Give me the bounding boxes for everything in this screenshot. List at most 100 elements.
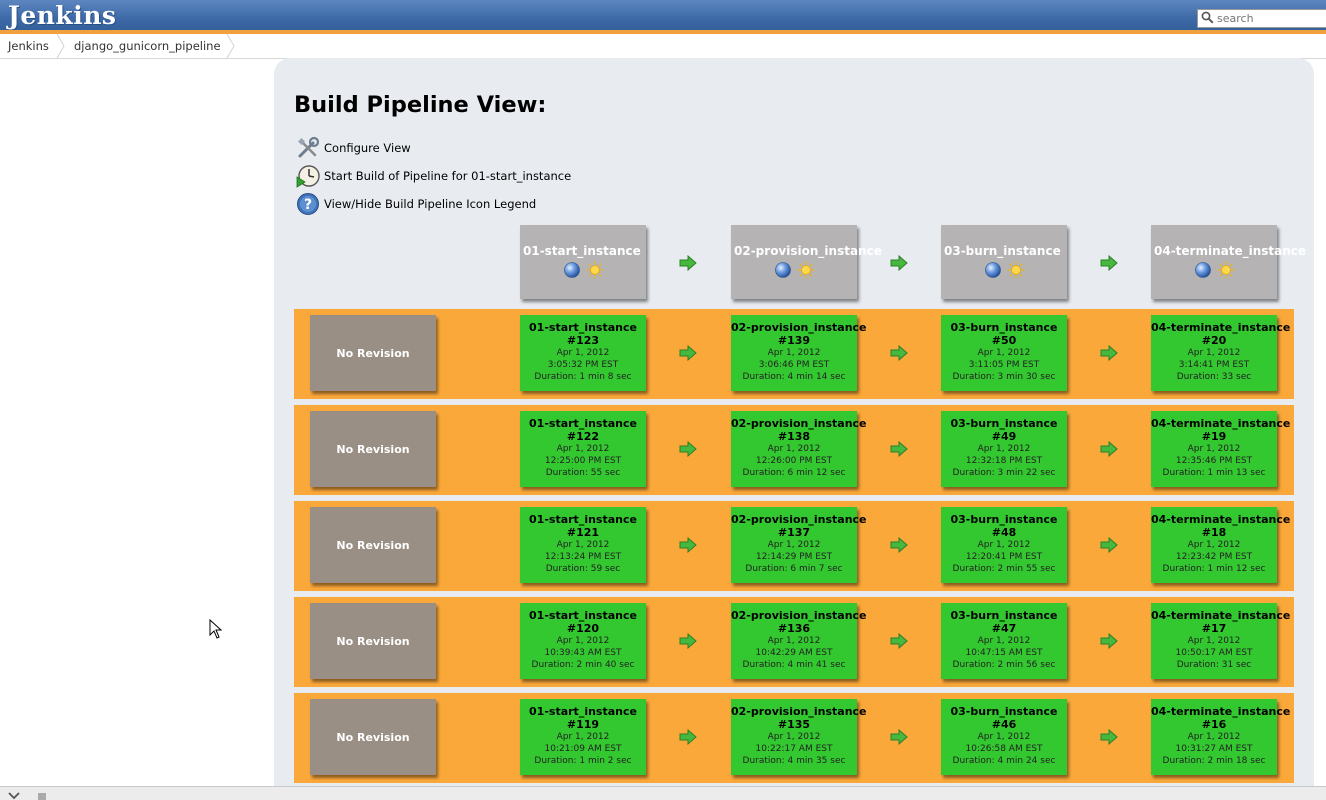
build-name[interactable]: 02-provision_instance bbox=[731, 321, 867, 334]
build-number[interactable]: #135 bbox=[731, 718, 857, 731]
build-name[interactable]: 03-burn_instance bbox=[941, 321, 1067, 334]
build-name[interactable]: 04-terminate_instance bbox=[1151, 513, 1290, 526]
build-card[interactable]: 02-provision_instance #135 Apr 1, 2012 10:2… bbox=[731, 699, 867, 775]
right-arrow-icon bbox=[890, 345, 908, 361]
job-header[interactable]: 01-start_instance bbox=[520, 225, 646, 299]
build-card[interactable]: 02-provision_instance #139 Apr 1, 2012 3:06… bbox=[731, 315, 867, 391]
search-box[interactable] bbox=[1197, 9, 1326, 28]
clock-start-icon bbox=[296, 165, 320, 188]
build-number[interactable]: #120 bbox=[520, 622, 646, 635]
build-card[interactable]: 04-terminate_instance #19 Apr 1, 2012 12:35… bbox=[1151, 411, 1290, 487]
revision-box: No Revision bbox=[310, 315, 436, 391]
revision-box: No Revision bbox=[310, 411, 436, 487]
build-name[interactable]: 04-terminate_instance bbox=[1151, 321, 1290, 334]
build-name[interactable]: 03-burn_instance bbox=[941, 705, 1067, 718]
build-card[interactable]: 03-burn_instance #49 Apr 1, 2012 12:32:18 P… bbox=[941, 411, 1067, 487]
build-card[interactable]: 04-terminate_instance #16 Apr 1, 2012 10:31… bbox=[1151, 699, 1290, 775]
build-card[interactable]: 03-burn_instance #48 Apr 1, 2012 12:20:41 P… bbox=[941, 507, 1067, 583]
jenkins-logo[interactable]: Jenkins bbox=[8, 1, 116, 30]
build-card[interactable]: 02-provision_instance #136 Apr 1, 2012 10:4… bbox=[731, 603, 867, 679]
build-number[interactable]: #137 bbox=[731, 526, 857, 539]
build-name[interactable]: 02-provision_instance bbox=[731, 513, 867, 526]
build-date: Apr 1, 2012 bbox=[556, 540, 610, 550]
build-name[interactable]: 02-provision_instance bbox=[731, 417, 867, 430]
job-header[interactable]: 02-provision_instance bbox=[731, 225, 882, 299]
build-name[interactable]: 03-burn_instance bbox=[941, 417, 1067, 430]
pipeline-row: No Revision 01-start_instance #122 Apr 1, 2… bbox=[294, 405, 1294, 495]
build-name[interactable]: 01-start_instance bbox=[520, 705, 646, 718]
build-card[interactable]: 01-start_instance #120 Apr 1, 2012 10:39:43… bbox=[520, 603, 646, 679]
search-input[interactable] bbox=[1217, 11, 1323, 26]
right-arrow-icon bbox=[1100, 537, 1118, 553]
build-name[interactable]: 03-burn_instance bbox=[941, 513, 1067, 526]
breadcrumb-separator-icon bbox=[56, 34, 65, 58]
build-card[interactable]: 04-terminate_instance #18 Apr 1, 2012 12:23… bbox=[1151, 507, 1290, 583]
build-name[interactable]: 04-terminate_instance bbox=[1151, 417, 1290, 430]
build-card[interactable]: 03-burn_instance #50 Apr 1, 2012 3:11:05 PM… bbox=[941, 315, 1067, 391]
build-duration: Duration: 2 min 55 sec bbox=[952, 564, 1056, 574]
build-number[interactable]: #47 bbox=[941, 622, 1067, 635]
configure-view-link[interactable]: Configure View bbox=[296, 136, 411, 160]
page-title: Build Pipeline View: bbox=[294, 92, 547, 118]
build-number[interactable]: #138 bbox=[731, 430, 857, 443]
build-name[interactable]: 01-start_instance bbox=[520, 321, 646, 334]
build-date: Apr 1, 2012 bbox=[977, 732, 1031, 742]
build-number[interactable]: #48 bbox=[941, 526, 1067, 539]
build-duration: Duration: 6 min 12 sec bbox=[742, 468, 846, 478]
build-number[interactable]: #46 bbox=[941, 718, 1067, 731]
job-header[interactable]: 04-terminate_instance bbox=[1151, 225, 1306, 299]
build-name[interactable]: 01-start_instance bbox=[520, 513, 646, 526]
build-number[interactable]: #16 bbox=[1151, 718, 1277, 731]
build-number[interactable]: #136 bbox=[731, 622, 857, 635]
build-number[interactable]: #122 bbox=[520, 430, 646, 443]
build-number[interactable]: #20 bbox=[1151, 334, 1277, 347]
build-name[interactable]: 04-terminate_instance bbox=[1151, 705, 1290, 718]
build-card[interactable]: 01-start_instance #123 Apr 1, 2012 3:05:32 … bbox=[520, 315, 646, 391]
build-number[interactable]: #50 bbox=[941, 334, 1067, 347]
build-number[interactable]: #17 bbox=[1151, 622, 1277, 635]
build-duration: Duration: 1 min 8 sec bbox=[534, 372, 632, 382]
breadcrumb-separator-icon bbox=[226, 34, 235, 58]
blue-ball-icon bbox=[1195, 262, 1211, 278]
build-date: Apr 1, 2012 bbox=[1187, 540, 1241, 550]
build-number[interactable]: #19 bbox=[1151, 430, 1277, 443]
right-arrow-icon bbox=[679, 633, 697, 649]
breadcrumb-pipeline[interactable]: django_gunicorn_pipeline bbox=[74, 34, 221, 58]
build-date: Apr 1, 2012 bbox=[767, 636, 821, 646]
build-name[interactable]: 03-burn_instance bbox=[941, 609, 1067, 622]
build-number[interactable]: #123 bbox=[520, 334, 646, 347]
bottom-status-bar bbox=[0, 786, 1326, 800]
build-card[interactable]: 01-start_instance #122 Apr 1, 2012 12:25:00… bbox=[520, 411, 646, 487]
build-time: 12:25:00 PM EST bbox=[544, 456, 622, 466]
build-card[interactable]: 02-provision_instance #137 Apr 1, 2012 12:1… bbox=[731, 507, 867, 583]
build-card[interactable]: 04-terminate_instance #20 Apr 1, 2012 3:14:… bbox=[1151, 315, 1290, 391]
build-name[interactable]: 04-terminate_instance bbox=[1151, 609, 1290, 622]
legend-toggle-link[interactable]: ? View/Hide Build Pipeline Icon Legend bbox=[296, 192, 536, 216]
help-icon: ? bbox=[297, 193, 319, 215]
build-time: 10:26:58 AM EST bbox=[965, 744, 1043, 754]
build-card[interactable]: 04-terminate_instance #17 Apr 1, 2012 10:50… bbox=[1151, 603, 1290, 679]
build-name[interactable]: 01-start_instance bbox=[520, 609, 646, 622]
build-card[interactable]: 02-provision_instance #138 Apr 1, 2012 12:2… bbox=[731, 411, 867, 487]
build-time: 10:50:17 AM EST bbox=[1175, 648, 1253, 658]
build-number[interactable]: #18 bbox=[1151, 526, 1277, 539]
job-header[interactable]: 03-burn_instance bbox=[941, 225, 1067, 299]
right-arrow-icon bbox=[890, 729, 908, 745]
build-number[interactable]: #139 bbox=[731, 334, 857, 347]
build-card[interactable]: 01-start_instance #119 Apr 1, 2012 10:21:09… bbox=[520, 699, 646, 775]
build-time: 3:05:32 PM EST bbox=[547, 360, 619, 370]
build-name[interactable]: 02-provision_instance bbox=[731, 705, 867, 718]
revision-box: No Revision bbox=[310, 603, 436, 679]
breadcrumb-jenkins[interactable]: Jenkins bbox=[8, 34, 49, 58]
start-build-link[interactable]: Start Build of Pipeline for 01-start_ins… bbox=[296, 164, 571, 188]
build-card[interactable]: 01-start_instance #121 Apr 1, 2012 12:13:24… bbox=[520, 507, 646, 583]
job-header-name[interactable]: 04-terminate_instance bbox=[1154, 244, 1314, 258]
build-name[interactable]: 01-start_instance bbox=[520, 417, 646, 430]
build-card[interactable]: 03-burn_instance #47 Apr 1, 2012 10:47:15 A… bbox=[941, 603, 1067, 679]
build-number[interactable]: #119 bbox=[520, 718, 646, 731]
build-card[interactable]: 03-burn_instance #46 Apr 1, 2012 10:26:58 A… bbox=[941, 699, 1067, 775]
build-number[interactable]: #49 bbox=[941, 430, 1067, 443]
build-number[interactable]: #121 bbox=[520, 526, 646, 539]
right-arrow-icon bbox=[1100, 345, 1118, 361]
build-name[interactable]: 02-provision_instance bbox=[731, 609, 867, 622]
